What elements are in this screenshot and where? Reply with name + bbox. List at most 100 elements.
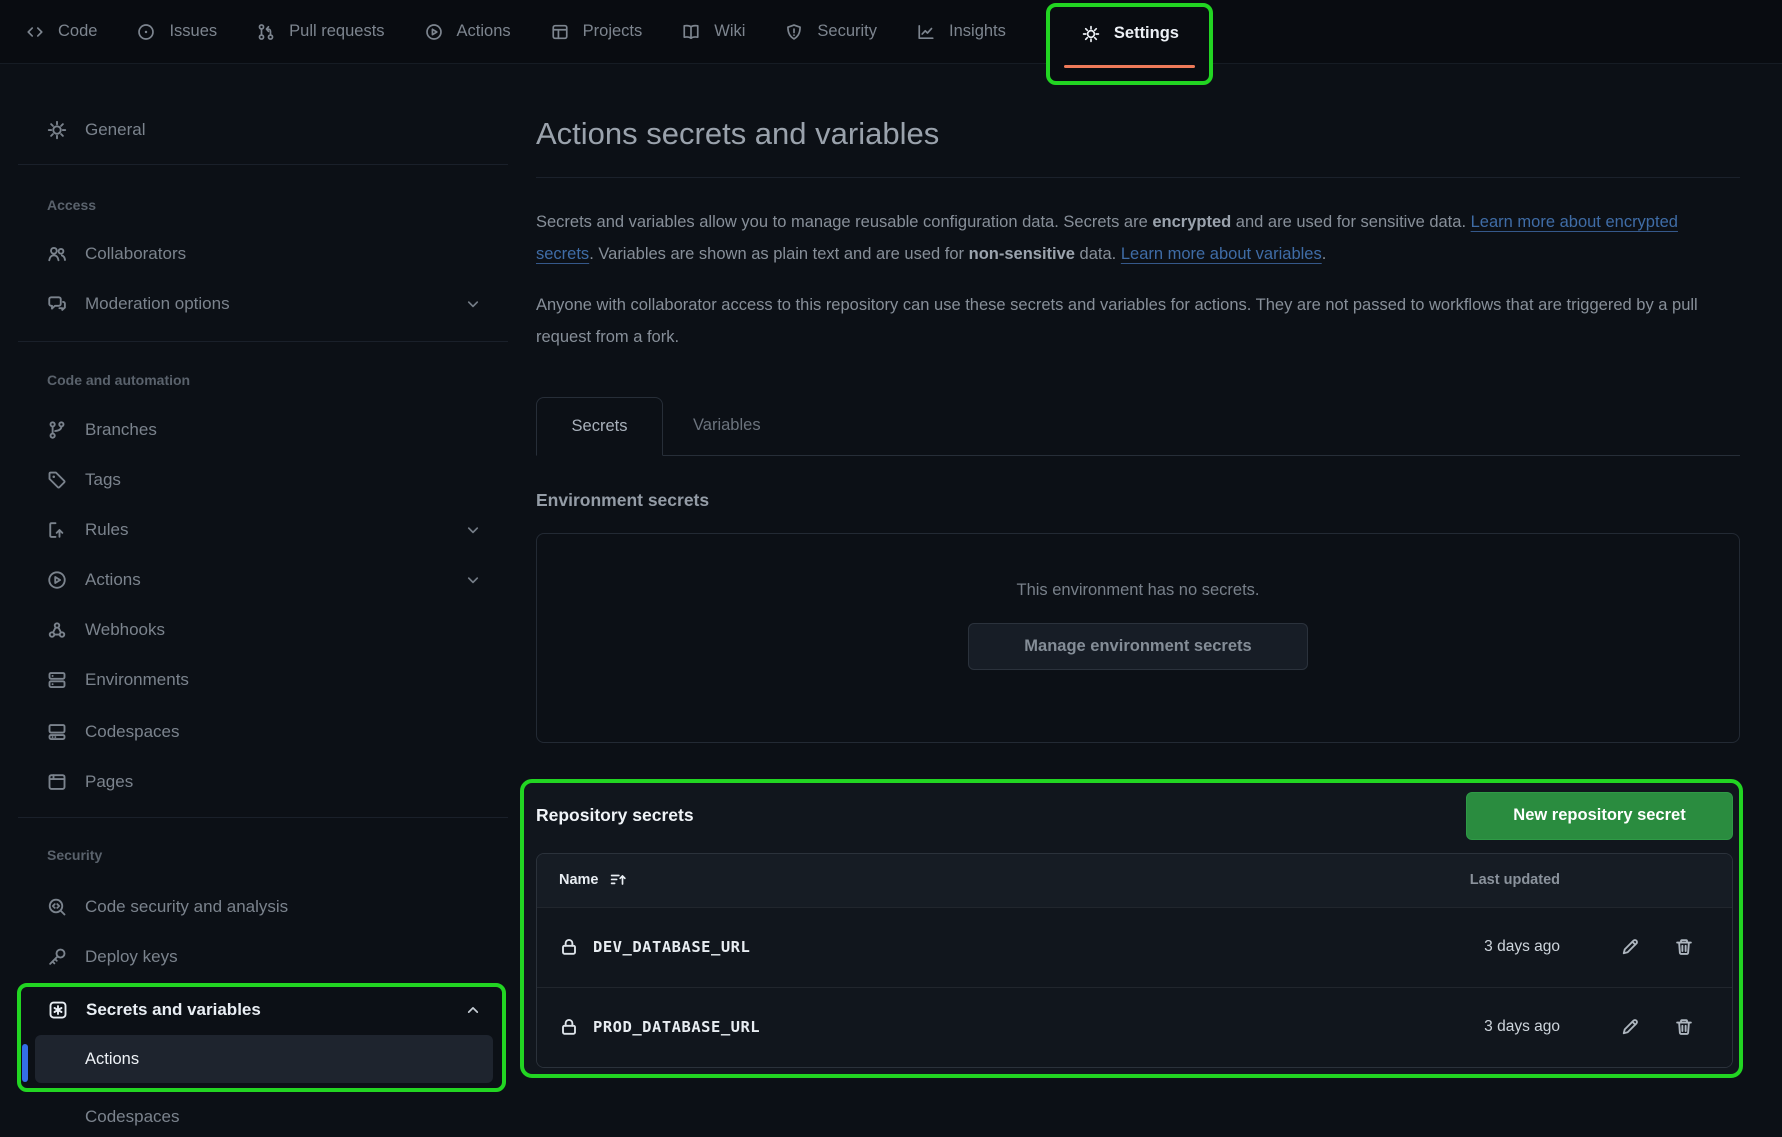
repository-secrets-table: Name Last updated DEV_DATABASE_URL 3 day…	[536, 853, 1733, 1068]
sidebar-item-codespaces[interactable]: Codespaces	[0, 707, 510, 757]
sidebar-item-label: Environments	[85, 670, 189, 690]
sidebar-subitem-codespaces[interactable]: Codespaces	[0, 1097, 510, 1137]
sidebar-item-pages[interactable]: Pages	[0, 757, 510, 807]
graph-icon	[917, 23, 935, 41]
code-icon	[26, 23, 44, 41]
comment-discussion-icon	[47, 294, 67, 314]
edit-secret-button[interactable]	[1620, 1017, 1640, 1037]
intro-bold-non-sensitive: non-sensitive	[969, 245, 1075, 263]
git-pull-request-icon	[257, 23, 275, 41]
edit-secret-button[interactable]	[1620, 937, 1640, 957]
tag-icon	[47, 470, 67, 490]
pencil-icon	[1620, 1017, 1640, 1037]
delete-secret-button[interactable]	[1674, 1017, 1694, 1037]
column-header-last-updated: Last updated	[1410, 872, 1560, 888]
codespaces-icon	[47, 722, 67, 742]
tab-wiki[interactable]: Wiki	[682, 22, 745, 41]
tab-secrets[interactable]: Secrets	[536, 397, 663, 456]
repo-navigation: Code Issues Pull requests Actions Projec…	[0, 0, 1782, 64]
tab-label: Pull requests	[289, 22, 384, 41]
secret-name: PROD_DATABASE_URL	[593, 1018, 760, 1036]
secret-last-updated: 3 days ago	[1410, 1018, 1560, 1036]
sidebar-item-environments[interactable]: Environments	[0, 655, 510, 705]
chevron-up-icon	[464, 1001, 482, 1019]
sidebar-item-deploy-keys[interactable]: Deploy keys	[0, 932, 510, 982]
tab-code[interactable]: Code	[26, 22, 97, 41]
sidebar-item-webhooks[interactable]: Webhooks	[0, 605, 510, 655]
sidebar-item-branches[interactable]: Branches	[0, 405, 510, 455]
tab-label: Projects	[583, 22, 643, 41]
tab-actions[interactable]: Actions	[425, 22, 511, 41]
sidebar-item-label: Code security and analysis	[85, 897, 288, 917]
delete-secret-button[interactable]	[1674, 937, 1694, 957]
sidebar-item-moderation-options[interactable]: Moderation options	[0, 279, 510, 329]
browser-icon	[47, 772, 67, 792]
sidebar-item-label: Moderation options	[85, 294, 230, 314]
gear-icon	[1082, 25, 1100, 43]
settings-sidebar: General Access Collaborators Moderation …	[0, 65, 510, 1137]
tab-variables[interactable]: Variables	[663, 397, 791, 455]
sidebar-subitem-actions-selected[interactable]: Actions	[35, 1035, 493, 1083]
table-row: PROD_DATABASE_URL 3 days ago	[537, 987, 1732, 1067]
active-tab-underline	[1064, 65, 1195, 68]
sidebar-item-secrets-and-variables[interactable]: Secrets and variables	[21, 987, 502, 1033]
link-variables[interactable]: Learn more about variables	[1121, 245, 1322, 263]
sort-ascending-icon[interactable]	[609, 871, 627, 889]
sidebar-item-tags[interactable]: Tags	[0, 455, 510, 505]
sidebar-item-actions[interactable]: Actions	[0, 555, 510, 605]
shield-icon	[785, 23, 803, 41]
sidebar-item-label: Webhooks	[85, 620, 165, 640]
sidebar-item-label: Actions	[85, 1050, 139, 1069]
git-branch-icon	[47, 420, 67, 440]
chevron-down-icon	[464, 295, 482, 313]
rules-icon	[47, 520, 67, 540]
annotation-box-repository-secrets: Repository secrets New repository secret…	[520, 779, 1743, 1078]
active-item-indicator	[22, 1044, 28, 1082]
tab-label: Security	[817, 22, 877, 41]
new-repository-secret-button[interactable]: New repository secret	[1466, 792, 1733, 840]
code-scan-icon	[47, 897, 67, 917]
tab-insights[interactable]: Insights	[917, 22, 1006, 41]
page-title: Actions secrets and variables	[536, 112, 1740, 156]
sidebar-item-label: Codespaces	[85, 1107, 180, 1127]
sidebar-item-general[interactable]: General	[0, 105, 510, 155]
sidebar-item-label: Pages	[85, 772, 133, 792]
tab-label: Wiki	[714, 22, 745, 41]
column-header-name: Name	[559, 872, 599, 888]
sidebar-item-collaborators[interactable]: Collaborators	[0, 229, 510, 279]
tab-projects[interactable]: Projects	[551, 22, 643, 41]
trash-icon	[1674, 1017, 1694, 1037]
tab-label: Insights	[949, 22, 1006, 41]
environment-secrets-panel: This environment has no secrets. Manage …	[536, 533, 1740, 743]
sidebar-divider	[18, 341, 508, 342]
issue-opened-icon	[137, 23, 155, 41]
pencil-icon	[1620, 937, 1640, 957]
intro-paragraph: Secrets and variables allow you to manag…	[536, 206, 1740, 270]
tab-issues[interactable]: Issues	[137, 22, 217, 41]
tab-label: Issues	[169, 22, 217, 41]
tab-label: Settings	[1114, 24, 1179, 43]
play-icon	[47, 570, 67, 590]
secret-name: DEV_DATABASE_URL	[593, 938, 750, 956]
secrets-variables-tabbar: Secrets Variables	[536, 397, 1740, 456]
tab-label: Actions	[457, 22, 511, 41]
tab-security[interactable]: Security	[785, 22, 877, 41]
tab-pull-requests[interactable]: Pull requests	[257, 22, 384, 41]
environment-secrets-heading: Environment secrets	[536, 488, 1740, 512]
book-icon	[682, 23, 700, 41]
secret-last-updated: 3 days ago	[1410, 938, 1560, 956]
manage-environment-secrets-button[interactable]: Manage environment secrets	[968, 623, 1308, 670]
sidebar-divider	[18, 164, 508, 165]
lock-icon	[559, 937, 579, 957]
sidebar-item-rules[interactable]: Rules	[0, 505, 510, 555]
collaborator-paragraph: Anyone with collaborator access to this …	[536, 289, 1740, 353]
sidebar-item-label: General	[85, 120, 145, 140]
sidebar-item-label: Rules	[85, 520, 128, 540]
table-header-row: Name Last updated	[537, 854, 1732, 907]
chevron-down-icon	[464, 521, 482, 539]
sidebar-section-security: Security	[0, 845, 510, 865]
sidebar-item-label: Actions	[85, 570, 141, 590]
tab-settings[interactable]: Settings	[1082, 24, 1179, 43]
sidebar-item-code-security[interactable]: Code security and analysis	[0, 882, 510, 932]
intro-bold-encrypted: encrypted	[1152, 213, 1231, 231]
